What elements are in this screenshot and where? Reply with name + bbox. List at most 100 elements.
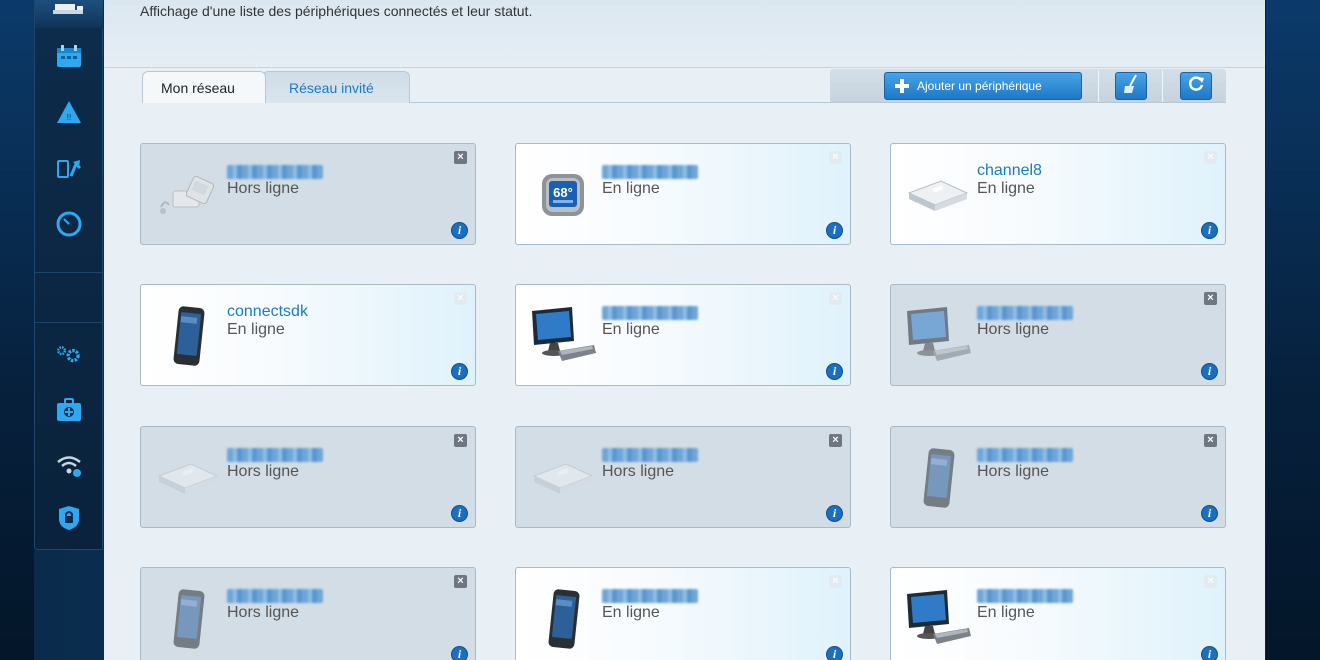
background-right	[1266, 0, 1320, 660]
device-name[interactable]	[977, 589, 1073, 603]
device-status: En ligne	[602, 321, 660, 338]
device-status: Hors ligne	[977, 463, 1050, 480]
thermostat-icon: 68°	[528, 162, 598, 228]
info-icon[interactable]: i	[827, 223, 842, 238]
tab-my-network[interactable]: Mon réseau	[142, 71, 266, 103]
info-icon[interactable]: i	[1202, 647, 1217, 660]
device-card[interactable]: En ligne × i	[515, 284, 851, 386]
device-status: En ligne	[977, 180, 1035, 197]
security-icon	[55, 504, 83, 532]
info-icon[interactable]: i	[827, 506, 842, 521]
device-name[interactable]	[227, 165, 323, 179]
info-icon[interactable]: i	[1202, 223, 1217, 238]
remove-device-icon: ×	[454, 292, 467, 305]
sidebar-item-router[interactable]	[35, 0, 103, 28]
device-name[interactable]: channel8	[977, 162, 1042, 180]
sidebar-divider	[35, 322, 103, 323]
media-player-icon	[153, 162, 223, 228]
tab-label: Mon réseau	[161, 79, 235, 96]
tab-guest-network[interactable]: Réseau invité	[262, 71, 410, 103]
background-left	[0, 0, 34, 660]
broom-icon	[1122, 74, 1140, 99]
device-card[interactable]: channel8 En ligne × i	[890, 143, 1226, 245]
sidebar-item-update[interactable]	[35, 140, 103, 196]
remove-device-icon: ×	[1204, 575, 1217, 588]
desktop-computer-icon	[528, 303, 598, 369]
wifi-icon	[55, 452, 83, 480]
network-drive-icon	[903, 162, 973, 228]
device-status: En ligne	[602, 604, 660, 621]
main-panel: Affichage d'une liste des périphériques …	[104, 0, 1265, 660]
info-icon[interactable]: i	[452, 364, 467, 379]
smartphone-icon	[528, 586, 598, 652]
device-name[interactable]	[602, 448, 698, 462]
remove-device-icon[interactable]: ×	[454, 575, 467, 588]
info-icon[interactable]: i	[1202, 506, 1217, 521]
sidebar-item-speedtest[interactable]	[35, 196, 103, 252]
warning-icon: !!	[55, 98, 83, 126]
remove-device-icon[interactable]: ×	[829, 434, 842, 447]
plus-icon	[895, 79, 909, 93]
add-device-label: Ajouter un périphérique	[917, 79, 1042, 93]
device-name[interactable]	[602, 306, 698, 320]
clean-button[interactable]	[1115, 72, 1147, 100]
remove-device-icon: ×	[1204, 151, 1217, 164]
device-status: Hors ligne	[602, 463, 675, 480]
remove-device-icon[interactable]: ×	[1204, 434, 1217, 447]
sidebar-divider	[35, 272, 103, 273]
network-drive-icon	[528, 445, 598, 511]
remove-device-icon[interactable]: ×	[1204, 292, 1217, 305]
sidebar-item-settings[interactable]	[35, 326, 103, 382]
remove-device-icon: ×	[829, 575, 842, 588]
device-card[interactable]: Hors ligne × i	[140, 567, 476, 660]
device-status: En ligne	[602, 180, 660, 197]
device-card[interactable]: connectsdk En ligne × i	[140, 284, 476, 386]
sidebar-item-wireless[interactable]	[35, 438, 103, 494]
device-card[interactable]: Hors ligne × i	[890, 284, 1226, 386]
device-card[interactable]: En ligne × i	[890, 567, 1226, 660]
info-icon[interactable]: i	[827, 647, 842, 660]
device-card[interactable]: 68° En ligne × i	[515, 143, 851, 245]
device-name[interactable]	[602, 589, 698, 603]
device-status: Hors ligne	[227, 180, 300, 197]
device-status: Hors ligne	[977, 321, 1050, 338]
remove-device-icon: ×	[829, 151, 842, 164]
calendar-icon	[55, 42, 83, 70]
settings-gears-icon	[55, 340, 83, 368]
remove-device-icon[interactable]: ×	[454, 434, 467, 447]
info-icon[interactable]: i	[452, 223, 467, 238]
device-card[interactable]: Hors ligne × i	[140, 426, 476, 528]
device-name[interactable]	[977, 448, 1073, 462]
device-card[interactable]: Hors ligne × i	[515, 426, 851, 528]
device-status: En ligne	[977, 604, 1035, 621]
remove-device-icon: ×	[829, 292, 842, 305]
sidebar: !!	[34, 0, 103, 550]
sidebar-item-calendar[interactable]	[35, 28, 103, 84]
remove-device-icon[interactable]: ×	[454, 151, 467, 164]
device-name[interactable]	[227, 448, 323, 462]
sidebar-item-alerts[interactable]: !!	[35, 84, 103, 140]
device-name[interactable]: connectsdk	[227, 303, 308, 321]
info-icon[interactable]: i	[1202, 364, 1217, 379]
device-card[interactable]: En ligne × i	[515, 567, 851, 660]
refresh-button[interactable]	[1180, 72, 1212, 100]
device-name[interactable]	[602, 165, 698, 179]
tab-label: Réseau invité	[289, 79, 374, 96]
update-icon	[55, 154, 83, 182]
refresh-icon	[1187, 75, 1205, 98]
info-icon[interactable]: i	[452, 647, 467, 660]
desktop-computer-icon	[903, 303, 973, 369]
sidebar-item-troubleshoot[interactable]	[35, 382, 103, 438]
device-card[interactable]: Hors ligne × i	[890, 426, 1226, 528]
add-device-button[interactable]: Ajouter un périphérique	[884, 72, 1082, 100]
toolbar-divider	[1098, 70, 1099, 102]
network-drive-icon	[153, 445, 223, 511]
info-icon[interactable]: i	[827, 364, 842, 379]
device-status: Hors ligne	[227, 604, 300, 621]
sidebar-item-security[interactable]	[35, 490, 103, 546]
device-name[interactable]	[977, 306, 1073, 320]
device-card[interactable]: Hors ligne × i	[140, 143, 476, 245]
smartphone-icon	[153, 586, 223, 652]
device-name[interactable]	[227, 589, 323, 603]
info-icon[interactable]: i	[452, 506, 467, 521]
